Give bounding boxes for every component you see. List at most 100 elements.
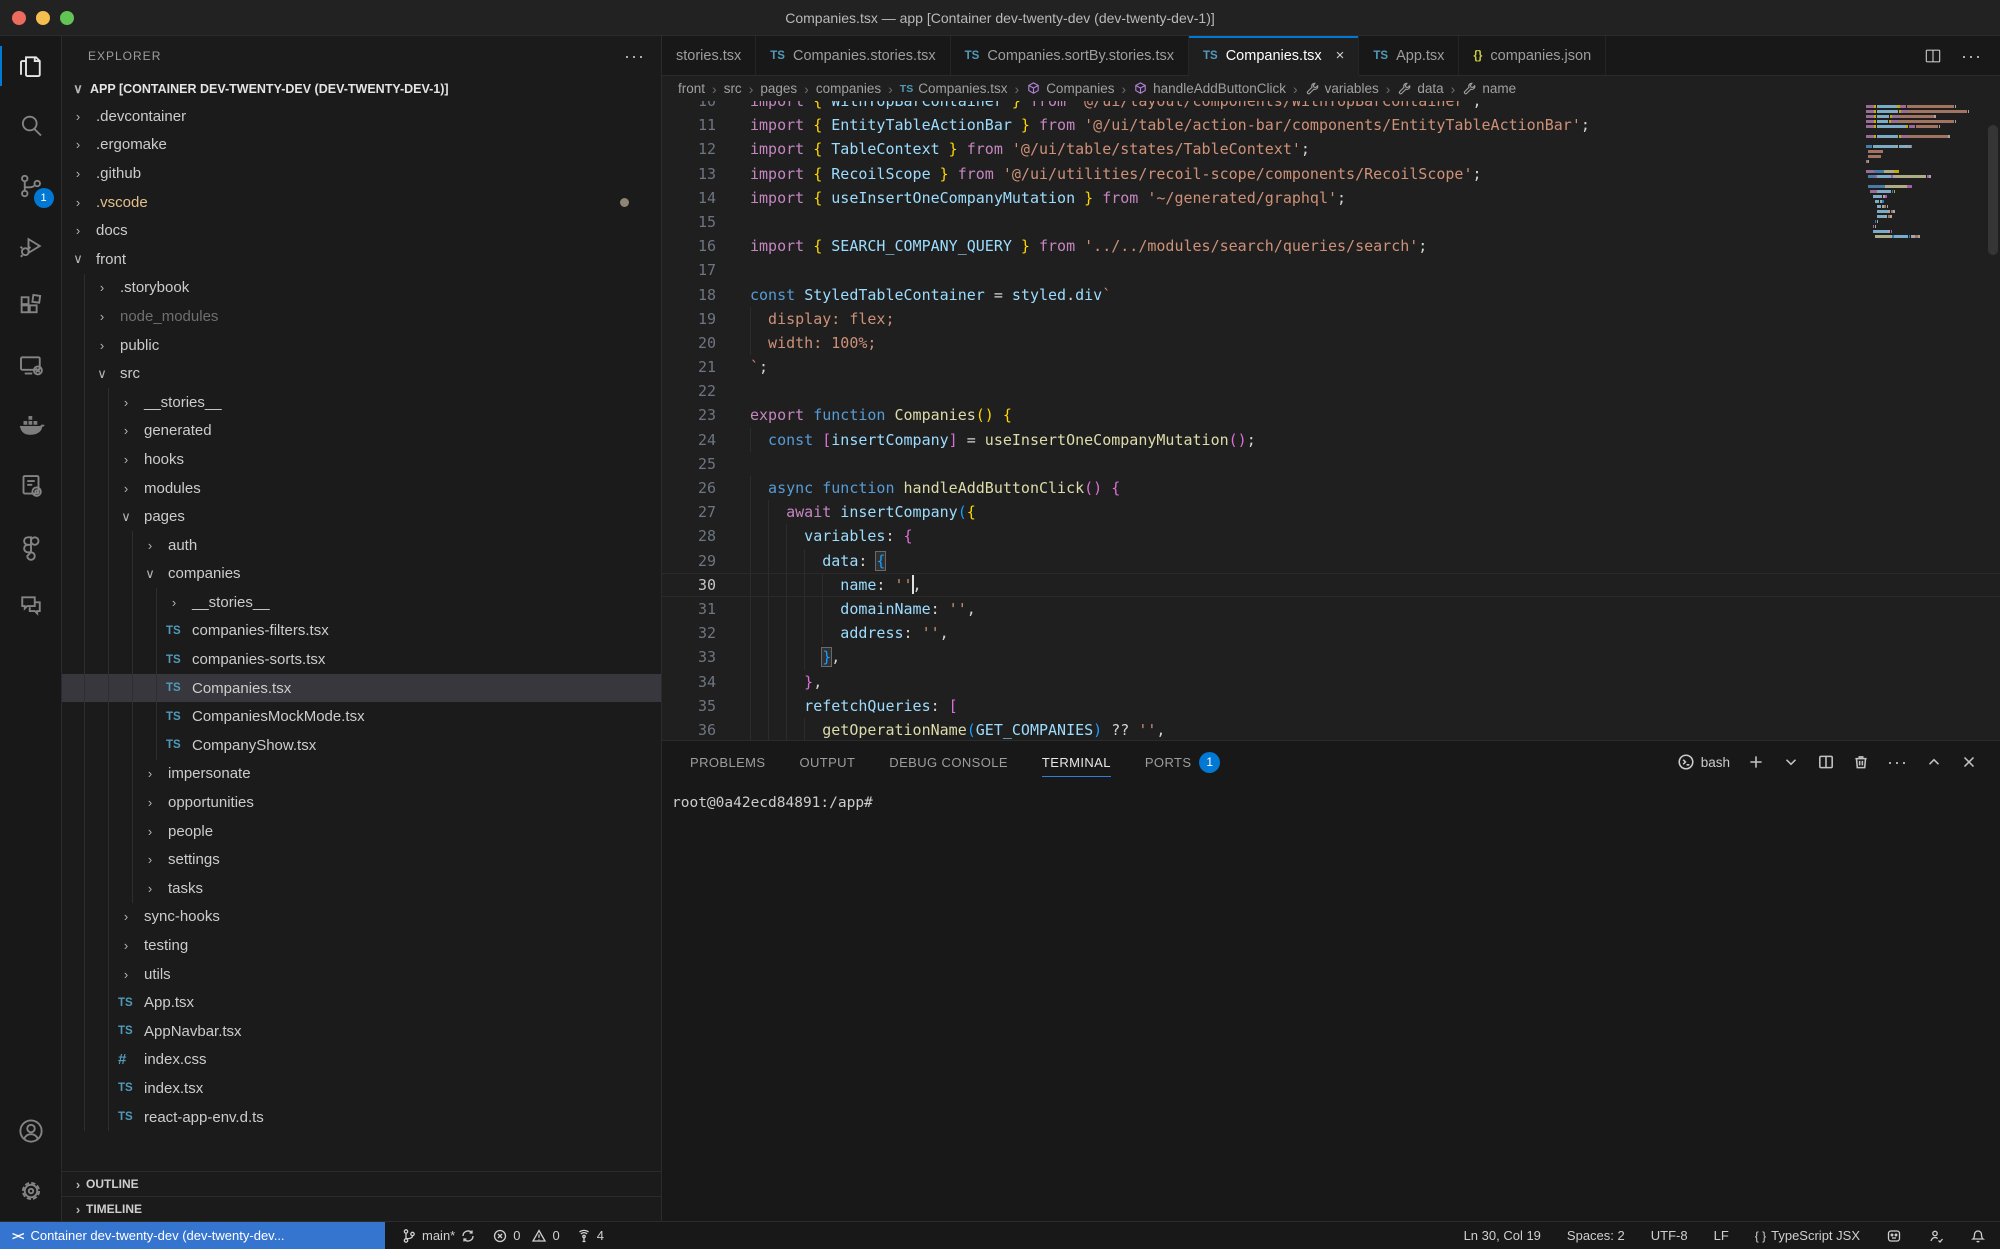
tab-stories.tsx[interactable]: stories.tsx	[662, 36, 756, 75]
breadcrumb-item-Companies[interactable]: Companies	[1026, 81, 1114, 96]
tree-item-.ergomake[interactable]: ›.ergomake	[62, 131, 661, 160]
line-number[interactable]: 25	[662, 452, 716, 476]
tree-item-impersonate[interactable]: ›impersonate	[62, 760, 661, 789]
line-number[interactable]: 33	[662, 645, 716, 669]
maximize-panel-icon[interactable]	[1925, 753, 1943, 771]
line-number[interactable]: 14	[662, 186, 716, 210]
run-debug-icon[interactable]	[0, 216, 62, 276]
code-line-21[interactable]: 21`;	[662, 355, 2000, 379]
line-number[interactable]: 15	[662, 210, 716, 234]
kill-terminal-icon[interactable]	[1852, 753, 1870, 771]
indentation-status[interactable]: Spaces: 2	[1567, 1228, 1625, 1243]
remote-explorer-icon[interactable]	[0, 336, 62, 396]
line-number[interactable]: 23	[662, 403, 716, 427]
tree-item-Companies.tsx[interactable]: TSCompanies.tsx	[62, 674, 661, 703]
line-number[interactable]: 30	[662, 574, 716, 596]
panel-tab-problems[interactable]: PROBLEMS	[690, 741, 765, 783]
breadcrumb-item-name[interactable]: name	[1462, 81, 1516, 96]
comments-icon[interactable]	[0, 576, 62, 636]
extensions-icon[interactable]	[0, 276, 62, 336]
code-line-26[interactable]: 26async function handleAddButtonClick() …	[662, 476, 2000, 500]
code-line-36[interactable]: 36getOperationName(GET_COMPANIES) ?? '',	[662, 718, 2000, 740]
more-actions-icon[interactable]: ···	[1961, 51, 1982, 61]
tree-item--stories-[interactable]: ›__stories__	[62, 588, 661, 617]
line-number[interactable]: 34	[662, 670, 716, 694]
code-line-23[interactable]: 23export function Companies() {	[662, 403, 2000, 427]
problems-status[interactable]: 0 0	[492, 1228, 559, 1244]
tree-item-companies[interactable]: ∨companies	[62, 560, 661, 589]
tree-item-public[interactable]: ›public	[62, 331, 661, 360]
tab-App.tsx[interactable]: TSApp.tsx	[1359, 36, 1459, 75]
line-number[interactable]: 18	[662, 283, 716, 307]
tree-item-pages[interactable]: ∨pages	[62, 502, 661, 531]
code-line-20[interactable]: 20width: 100%;	[662, 331, 2000, 355]
tree-item-hooks[interactable]: ›hooks	[62, 445, 661, 474]
breadcrumb-item-Companies.tsx[interactable]: TSCompanies.tsx	[900, 81, 1008, 96]
line-number[interactable]: 19	[662, 307, 716, 331]
tree-item-front[interactable]: ∨front	[62, 245, 661, 274]
line-number[interactable]: 35	[662, 694, 716, 718]
line-number[interactable]: 29	[662, 549, 716, 573]
line-number[interactable]: 21	[662, 355, 716, 379]
split-editor-icon[interactable]	[1923, 46, 1943, 66]
tree-item-.storybook[interactable]: ›.storybook	[62, 274, 661, 303]
line-number[interactable]: 31	[662, 597, 716, 621]
line-number[interactable]: 22	[662, 379, 716, 403]
search-icon[interactable]	[0, 96, 62, 156]
code-line-17[interactable]: 17	[662, 258, 2000, 282]
close-tab-icon[interactable]: ×	[1336, 47, 1345, 64]
tree-item-companies-sorts.tsx[interactable]: TScompanies-sorts.tsx	[62, 645, 661, 674]
tree-item-.github[interactable]: ›.github	[62, 159, 661, 188]
accounts-icon[interactable]	[0, 1101, 62, 1161]
outline-section[interactable]: › OUTLINE	[62, 1171, 661, 1196]
tab-Companies.tsx[interactable]: TSCompanies.tsx×	[1189, 36, 1359, 76]
line-number[interactable]: 32	[662, 621, 716, 645]
tree-item-companies-filters.tsx[interactable]: TScompanies-filters.tsx	[62, 617, 661, 646]
file-settings-icon[interactable]	[0, 456, 62, 516]
timeline-section[interactable]: › TIMELINE	[62, 1196, 661, 1221]
tab-companies.json[interactable]: {}companies.json	[1459, 36, 1606, 75]
cursor-position-status[interactable]: Ln 30, Col 19	[1464, 1228, 1541, 1243]
tree-item-node-modules[interactable]: ›node_modules	[62, 302, 661, 331]
new-terminal-icon[interactable]	[1747, 753, 1765, 771]
tree-item-docs[interactable]: ›docs	[62, 216, 661, 245]
tree-item-modules[interactable]: ›modules	[62, 474, 661, 503]
tree-item-CompaniesMockMode.tsx[interactable]: TSCompaniesMockMode.tsx	[62, 702, 661, 731]
explorer-more-actions-icon[interactable]: ···	[624, 51, 645, 61]
ports-status[interactable]: 4	[576, 1228, 604, 1244]
code-line-12[interactable]: 12import { TableContext } from '@/ui/tab…	[662, 137, 2000, 161]
code-line-22[interactable]: 22	[662, 379, 2000, 403]
line-number[interactable]: 20	[662, 331, 716, 355]
eol-status[interactable]: LF	[1714, 1228, 1729, 1243]
tree-item-sync-hooks[interactable]: ›sync-hooks	[62, 903, 661, 932]
line-number[interactable]: 17	[662, 258, 716, 282]
code-line-19[interactable]: 19display: flex;	[662, 307, 2000, 331]
tree-item-index.css[interactable]: #index.css	[62, 1046, 661, 1075]
breadcrumb-item-front[interactable]: front	[678, 81, 705, 96]
line-number[interactable]: 27	[662, 500, 716, 524]
line-number[interactable]: 28	[662, 524, 716, 548]
tree-item-generated[interactable]: ›generated	[62, 417, 661, 446]
code-line-33[interactable]: 33},	[662, 645, 2000, 669]
panel-tab-output[interactable]: OUTPUT	[799, 741, 855, 783]
sync-icon[interactable]	[460, 1228, 476, 1244]
breadcrumb-item-companies[interactable]: companies	[816, 81, 881, 96]
shell-selector[interactable]: bash	[1677, 753, 1730, 771]
line-number[interactable]: 10	[662, 101, 716, 113]
tree-item-react-app-env.d.ts[interactable]: TSreact-app-env.d.ts	[62, 1103, 661, 1132]
editor-scrollbar[interactable]	[1988, 125, 1998, 255]
code-line-11[interactable]: 11import { EntityTableActionBar } from '…	[662, 113, 2000, 137]
minimap[interactable]	[1866, 105, 1986, 240]
code-line-13[interactable]: 13import { RecoilScope } from '@/ui/util…	[662, 162, 2000, 186]
code-line-16[interactable]: 16import { SEARCH_COMPANY_QUERY } from '…	[662, 234, 2000, 258]
line-number[interactable]: 26	[662, 476, 716, 500]
line-number[interactable]: 13	[662, 162, 716, 186]
zoom-window-button[interactable]	[60, 11, 74, 25]
terminal-output[interactable]: root@0a42ecd84891:/app#	[662, 783, 2000, 1221]
panel-more-actions-icon[interactable]: ···	[1887, 757, 1908, 767]
line-number[interactable]: 16	[662, 234, 716, 258]
tree-item-tasks[interactable]: ›tasks	[62, 874, 661, 903]
panel-tab-ports[interactable]: PORTS1	[1145, 741, 1221, 783]
account-status-icon[interactable]	[1928, 1228, 1944, 1244]
notifications-bell-icon[interactable]	[1970, 1228, 1986, 1244]
